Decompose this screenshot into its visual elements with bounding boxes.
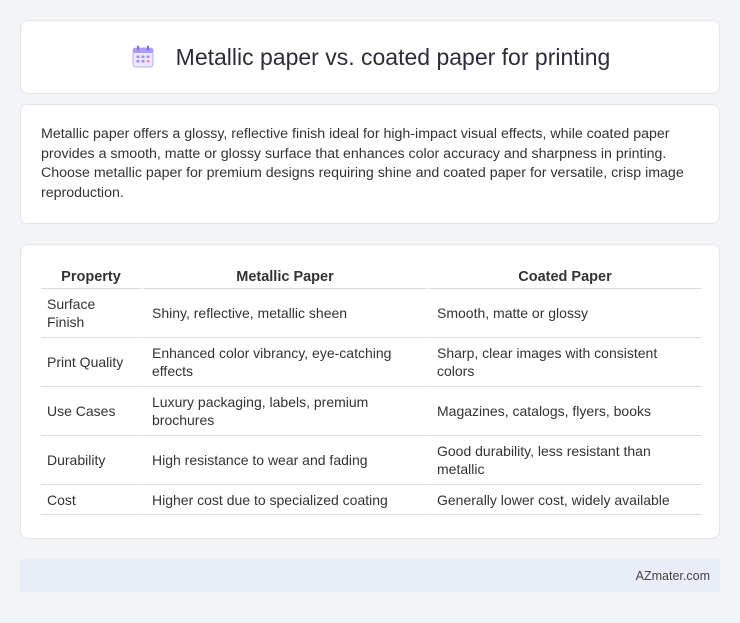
summary-card: Metallic paper offers a glossy, reflecti… [20,104,720,224]
cell-metallic: High resistance to wear and fading [141,436,426,485]
table-row: Cost Higher cost due to specialized coat… [41,485,701,515]
cell-metallic: Luxury packaging, labels, premium brochu… [141,387,426,436]
cell-metallic: Higher cost due to specialized coating [141,485,426,515]
footer-bar: AZmater.com [20,559,720,592]
table-row: Print Quality Enhanced color vibrancy, e… [41,338,701,387]
cell-coated: Generally lower cost, widely available [426,485,701,515]
calendar-icon [130,44,156,70]
column-header-metallic: Metallic Paper [141,265,426,289]
comparison-table: Property Metallic Paper Coated Paper Sur… [41,265,701,515]
title-card: Metallic paper vs. coated paper for prin… [20,20,720,94]
table-header-row: Property Metallic Paper Coated Paper [41,265,701,289]
footer-brand-link[interactable]: AZmater.com [636,569,710,583]
page-title: Metallic paper vs. coated paper for prin… [175,43,611,70]
cell-property: Cost [41,485,141,515]
cell-coated: Sharp, clear images with consistent colo… [426,338,701,387]
summary-text: Metallic paper offers a glossy, reflecti… [41,126,684,201]
table-row: Use Cases Luxury packaging, labels, prem… [41,387,701,436]
cell-property: Print Quality [41,338,141,387]
cell-coated: Magazines, catalogs, flyers, books [426,387,701,436]
cell-metallic: Enhanced color vibrancy, eye-catching ef… [141,338,426,387]
cell-coated: Good durability, less resistant than met… [426,436,701,485]
table-row: Durability High resistance to wear and f… [41,436,701,485]
cell-property: Durability [41,436,141,485]
column-header-property: Property [41,265,141,289]
comparison-table-card: Property Metallic Paper Coated Paper Sur… [20,244,720,539]
cell-property: Surface Finish [41,289,141,338]
cell-metallic: Shiny, reflective, metallic sheen [141,289,426,338]
cell-property: Use Cases [41,387,141,436]
column-header-coated: Coated Paper [426,265,701,289]
table-row: Surface Finish Shiny, reflective, metall… [41,289,701,338]
cell-coated: Smooth, matte or glossy [426,289,701,338]
